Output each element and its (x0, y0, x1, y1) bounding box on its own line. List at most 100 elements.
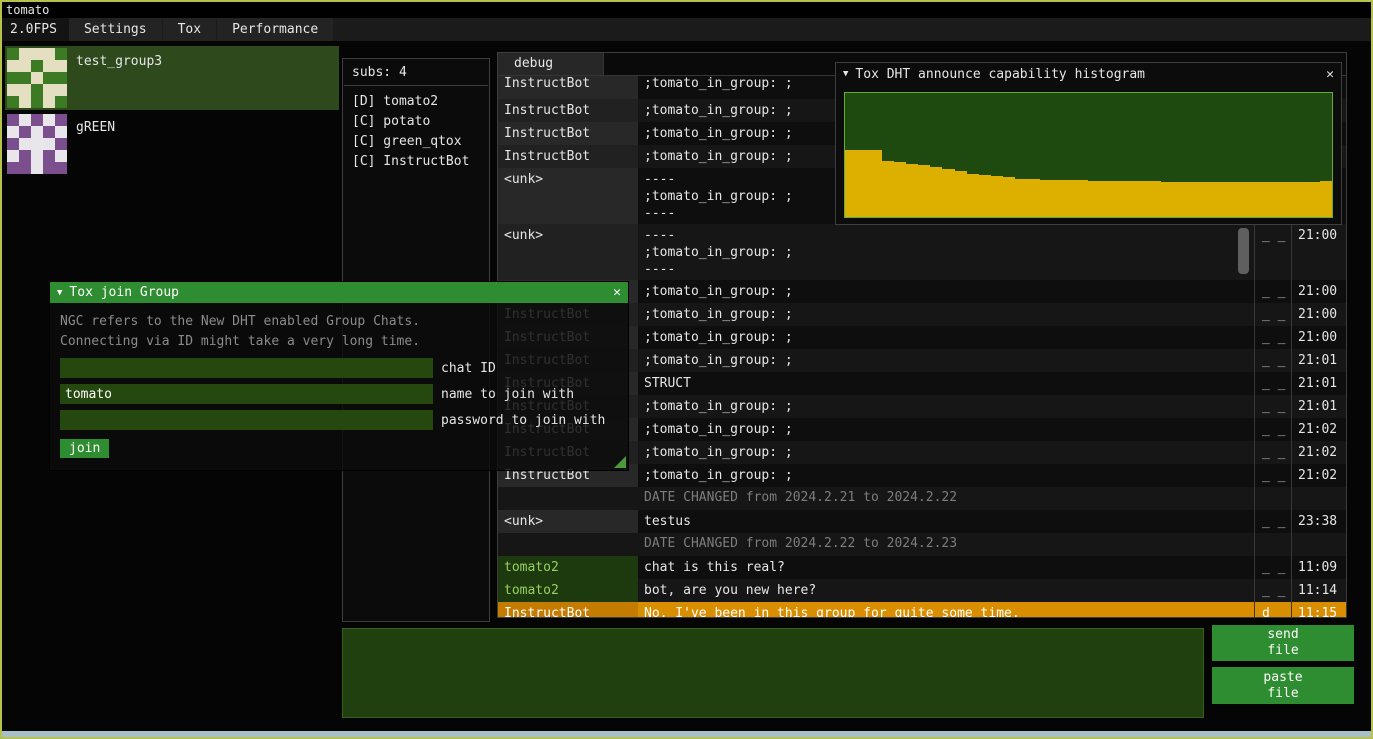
join-button[interactable]: join (60, 439, 109, 458)
histogram-bar (1137, 181, 1149, 217)
message-text: ;tomato_in_group: ; (638, 395, 1254, 418)
histogram-window-titlebar[interactable]: ▼ Tox DHT announce capability histogram … (836, 63, 1341, 85)
subs-member[interactable]: [C] potato (343, 112, 489, 132)
chat-id-label: chat ID (441, 361, 496, 376)
sender-name: tomato2 (498, 556, 638, 579)
message-text: chat is this real? (638, 556, 1254, 579)
window-title: tomato (6, 3, 49, 17)
close-icon[interactable]: ✕ (613, 285, 621, 300)
histogram-bar (1308, 182, 1320, 217)
resize-grip-icon[interactable] (614, 456, 626, 468)
chat-message-row[interactable]: InstructBotNo, I've been in this group f… (498, 602, 1346, 617)
chat-message-row[interactable]: tomato2bot, are you new here?_ _11:14 (498, 579, 1346, 602)
histogram-bar (857, 150, 869, 217)
menu-item-performance[interactable]: Performance (217, 18, 334, 41)
histogram-bar (967, 174, 979, 217)
message-text: ---- ;tomato_in_group: ; ---- (638, 224, 1254, 280)
histogram-window-title: Tox DHT announce capability histogram (855, 67, 1145, 82)
histogram-bar (1125, 181, 1137, 217)
message-input[interactable] (342, 628, 1204, 718)
histogram-bar (1076, 180, 1088, 217)
date-changed-row: DATE CHANGED from 2024.2.21 to 2024.2.22 (498, 487, 1346, 510)
message-text: No, I've been in this group for quite so… (638, 602, 1254, 617)
message-time: 21:00 (1291, 224, 1346, 280)
histogram-bar (1259, 182, 1271, 217)
message-text: bot, are you new here? (638, 579, 1254, 602)
join-window-titlebar[interactable]: ▼ Tox join Group ✕ (50, 282, 628, 303)
close-icon[interactable]: ✕ (1326, 67, 1334, 82)
menu-item-tox[interactable]: Tox (163, 18, 217, 41)
sender-name: InstructBot (498, 76, 638, 99)
tab-debug[interactable]: debug (498, 53, 604, 75)
histogram-bar (894, 162, 906, 217)
histogram-bar (869, 150, 881, 217)
message-time: 11:09 (1291, 556, 1346, 579)
subs-list: [D] tomato2[C] potato[C] green_qtox[C] I… (343, 92, 489, 172)
histogram-plot (844, 92, 1333, 218)
chat-message-row[interactable]: <unk>---- ;tomato_in_group: ; ----_ _21:… (498, 224, 1346, 280)
histogram-bar (1101, 181, 1113, 217)
histogram-window-body (836, 85, 1341, 225)
histogram-bar (1295, 182, 1307, 217)
group-avatar-icon (7, 114, 67, 174)
message-flags: _ _ (1254, 441, 1291, 464)
histogram-bar (1149, 181, 1161, 217)
sender-name: InstructBot (498, 99, 638, 122)
sender-name: <unk> (498, 168, 638, 224)
histogram-bar (845, 150, 857, 217)
chat-message-row[interactable]: tomato2chat is this real?_ _11:09 (498, 556, 1346, 579)
histogram-bar (882, 161, 894, 217)
message-flags: _ _ (1254, 303, 1291, 326)
join-window-body: NGC refers to the New DHT enabled Group … (50, 303, 628, 470)
message-time: 21:02 (1291, 464, 1346, 487)
histogram-bar (1028, 179, 1040, 217)
message-time: 11:14 (1291, 579, 1346, 602)
join-window-title: Tox join Group (69, 285, 179, 300)
histogram-bar (1113, 181, 1125, 217)
group-item-gREEN[interactable]: gREEN (5, 112, 339, 176)
histogram-bar (1198, 182, 1210, 217)
window-titlebar: tomato (2, 2, 1371, 18)
message-text: ;tomato_in_group: ; (638, 349, 1254, 372)
message-flags: _ _ (1254, 349, 1291, 372)
histogram-bar (1222, 182, 1234, 217)
chat-id-input[interactable] (60, 358, 433, 378)
chat-scrollbar[interactable] (1238, 228, 1249, 274)
histogram-bar (1283, 182, 1295, 217)
subs-member[interactable]: [C] green_qtox (343, 132, 489, 152)
message-text: ;tomato_in_group: ; (638, 441, 1254, 464)
message-time: 21:01 (1291, 349, 1346, 372)
message-flags: _ _ (1254, 556, 1291, 579)
message-flags: _ _ (1254, 418, 1291, 441)
send-file-button[interactable]: send file (1212, 625, 1354, 661)
join-password-label: password to join with (441, 413, 605, 428)
menu-item-settings[interactable]: Settings (69, 18, 163, 41)
subs-member[interactable]: [C] InstructBot (343, 152, 489, 172)
message-flags: _ _ (1254, 280, 1291, 303)
collapse-arrow-icon[interactable]: ▼ (57, 288, 62, 298)
message-time: 21:00 (1291, 280, 1346, 303)
histogram-bar (1040, 180, 1052, 217)
histogram-bar (1247, 182, 1259, 217)
group-item-test_group3[interactable]: test_group3 (5, 46, 339, 110)
subs-member[interactable]: [D] tomato2 (343, 92, 489, 112)
collapse-arrow-icon[interactable]: ▼ (843, 69, 848, 79)
message-time: 21:00 (1291, 303, 1346, 326)
sender-name: <unk> (498, 510, 638, 533)
paste-file-button[interactable]: paste file (1212, 667, 1354, 704)
menubar: 2.0FPS SettingsToxPerformance (2, 18, 1371, 41)
sender-name: InstructBot (498, 122, 638, 145)
message-flags: _ _ (1254, 326, 1291, 349)
join-password-input[interactable] (60, 410, 433, 430)
message-time: 21:01 (1291, 372, 1346, 395)
histogram-bar (1186, 182, 1198, 217)
date-changed-text: DATE CHANGED from 2024.2.21 to 2024.2.22 (498, 487, 963, 510)
chat-message-row[interactable]: <unk>testus_ _23:38 (498, 510, 1346, 533)
message-time: 21:02 (1291, 441, 1346, 464)
histogram-bar (1271, 182, 1283, 217)
group-list: test_group3gREEN (5, 46, 339, 178)
histogram-bar (1003, 177, 1015, 217)
join-name-input[interactable] (60, 384, 433, 404)
menubar-items: SettingsToxPerformance (69, 18, 334, 41)
join-info-line: Connecting via ID might take a very long… (60, 332, 618, 352)
